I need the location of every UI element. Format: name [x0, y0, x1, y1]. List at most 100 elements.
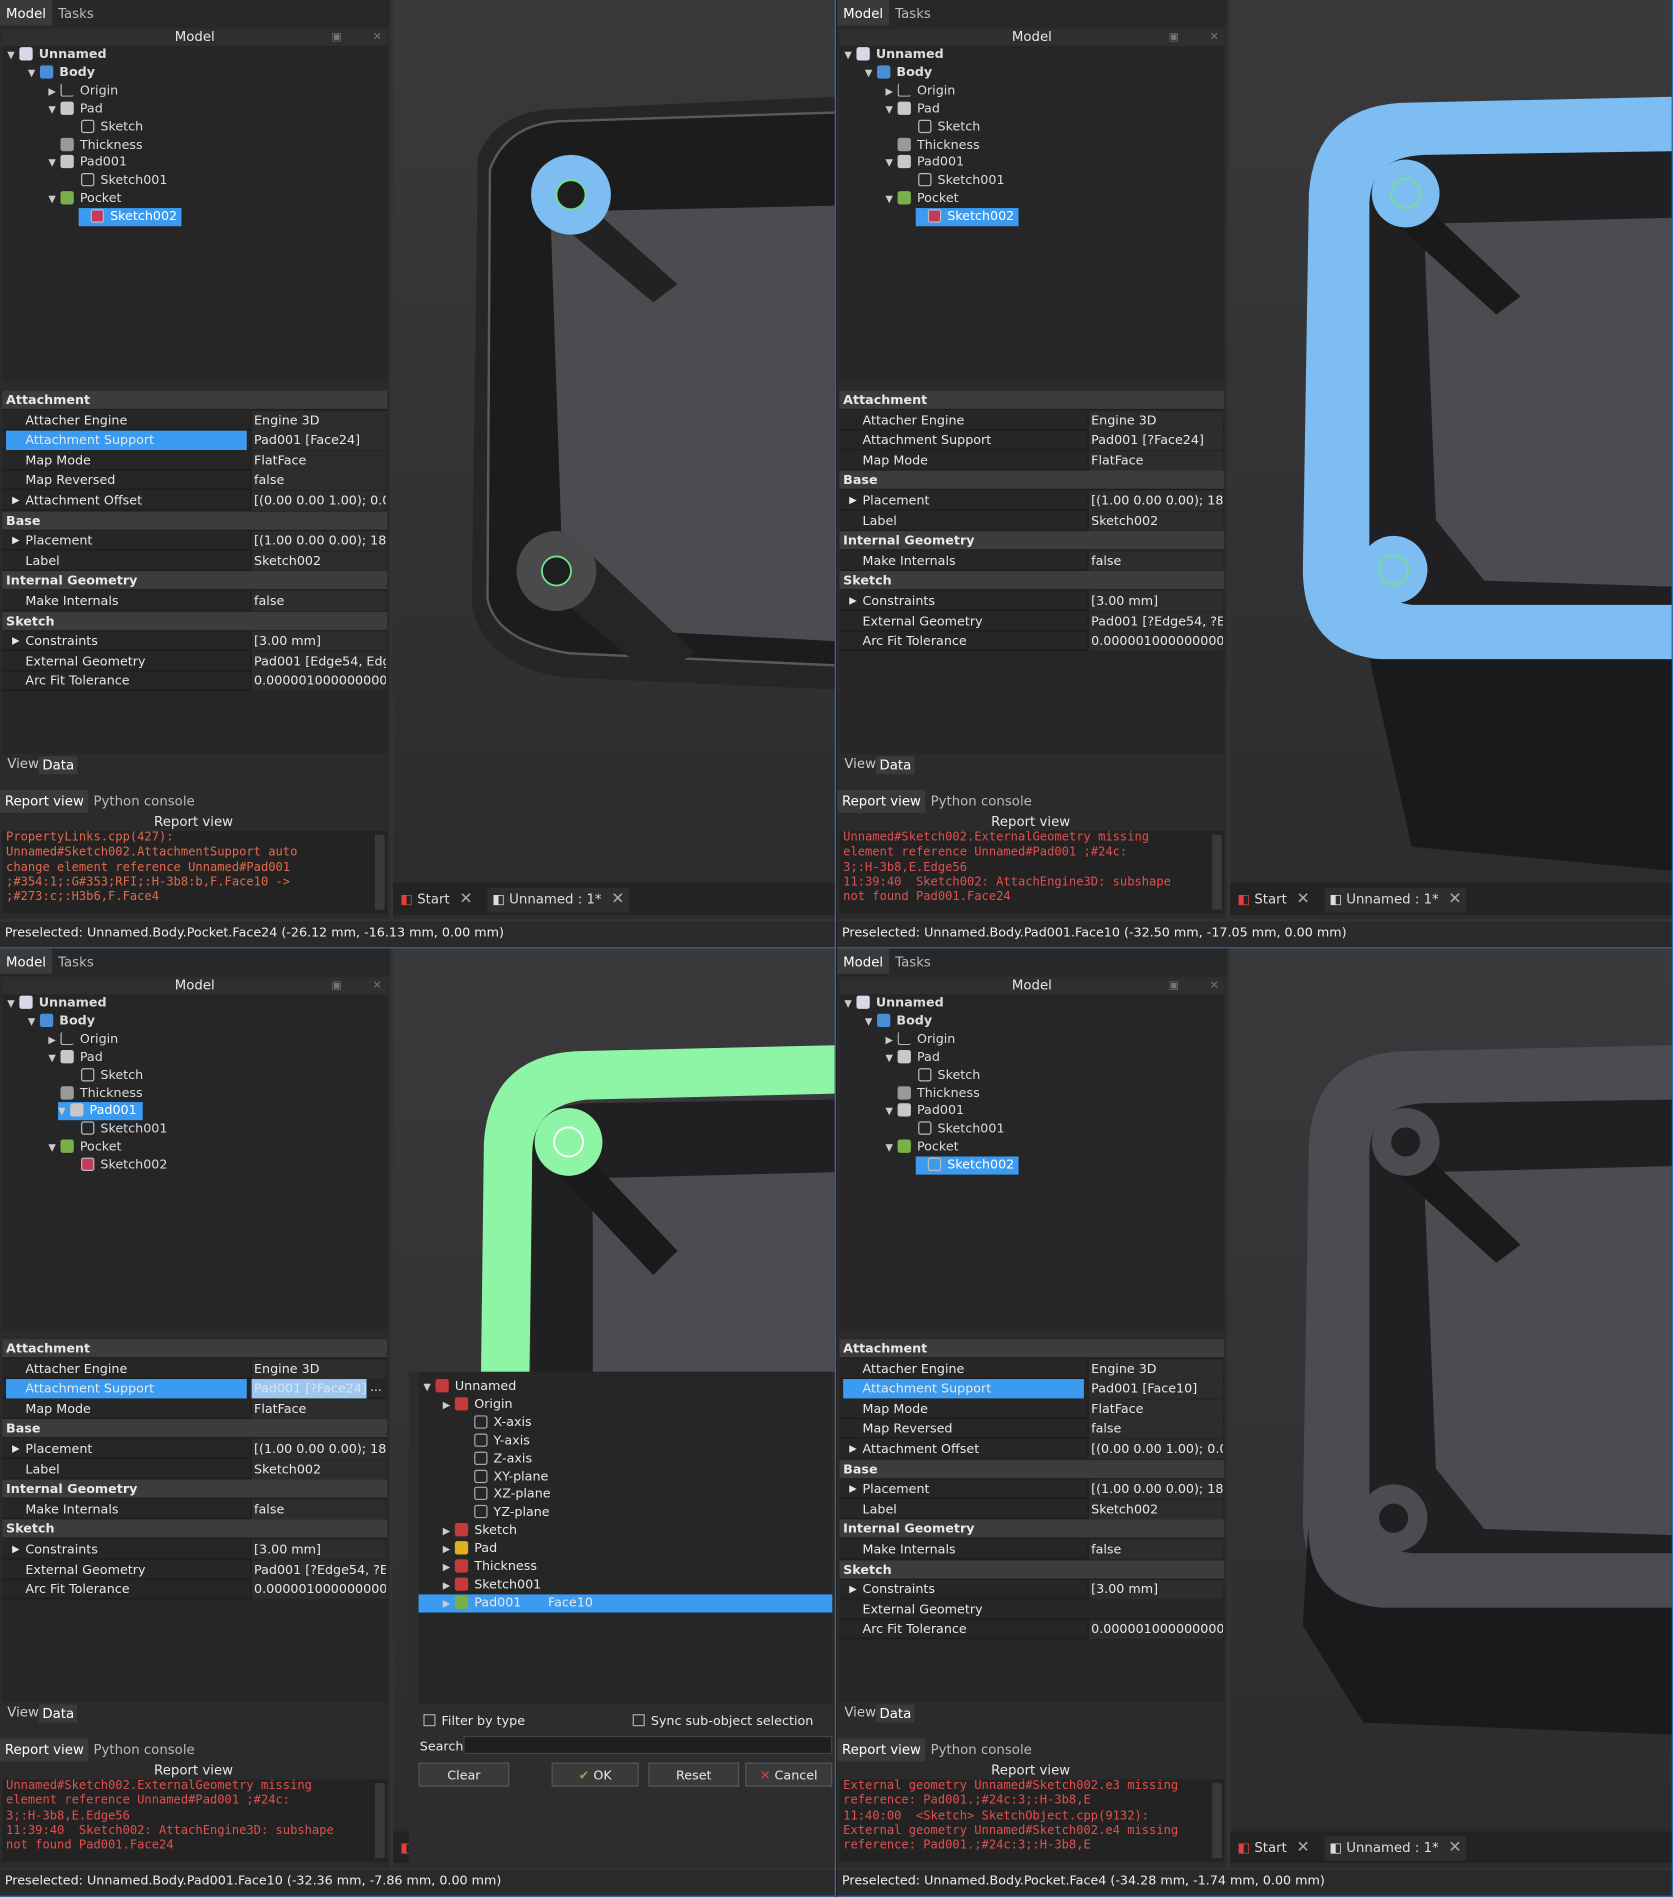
reset-button[interactable]: Reset — [648, 1762, 740, 1787]
element-item-thickness[interactable]: ▶ Thickness — [443, 1558, 537, 1576]
expand-arrow-icon[interactable]: ▼ — [865, 1012, 877, 1030]
property-row-arc-fit[interactable]: Arc Fit Tolerance 0.0000010000000000 — [839, 631, 1225, 652]
property-row-attachment-support[interactable]: Attachment Support Pad001 [?Face24] — [839, 430, 1225, 451]
tree-item-body[interactable]: ▼ Body — [865, 64, 932, 82]
expand-arrow-icon[interactable]: ▶ — [48, 82, 60, 100]
expand-arrow-icon[interactable]: ▼ — [28, 1012, 40, 1030]
tree-item-pocket[interactable]: ▼ Pocket — [48, 1139, 122, 1157]
tab-model[interactable]: Model — [0, 948, 53, 974]
data-tab[interactable]: Data — [875, 756, 915, 775]
expand-arrow-icon[interactable]: ▶ — [443, 1594, 455, 1612]
property-value[interactable]: [3.00 mm] — [250, 1539, 386, 1560]
property-value[interactable]: Engine 3D — [250, 1359, 386, 1379]
tree-item-body[interactable]: ▼ Body — [865, 1012, 932, 1030]
property-value[interactable]: Pad001 [Face10] — [1087, 1379, 1224, 1399]
cancel-button[interactable]: ✕ Cancel — [745, 1762, 833, 1787]
expand-arrow-icon[interactable]: ▶ — [443, 1576, 455, 1594]
tab-model[interactable]: Model — [837, 0, 890, 26]
tab-start[interactable]: ◧ Start ✕ — [396, 888, 478, 912]
property-value[interactable]: 0.0000010000000000 — [1087, 1620, 1224, 1640]
data-tab[interactable]: Data — [38, 756, 78, 775]
property-row-attachment-offset[interactable]: ▶ Attachment Offset [(0.00 0.00 1.00); 0.0… — [839, 1439, 1225, 1459]
tree-item-sketch002[interactable]: Sketch002 — [915, 1156, 1019, 1175]
python-console-tab[interactable]: Python console — [89, 1738, 200, 1761]
property-row-external-geometry[interactable]: External Geometry Pad001 [Edge54, Edge... — [2, 651, 388, 672]
expand-arrow-icon[interactable]: ▼ — [886, 190, 898, 208]
property-editor[interactable]: Attachment Attacher Engine Engine 3D Attach… — [2, 390, 388, 754]
property-value[interactable]: [3.00 mm] — [250, 631, 386, 652]
expand-arrow-icon[interactable]: ▶ — [849, 1580, 856, 1599]
view-tab[interactable]: View — [7, 756, 39, 772]
property-value[interactable]: 0.0000010000000000 — [250, 1580, 386, 1600]
property-value[interactable]: Engine 3D — [250, 410, 386, 431]
float-icon[interactable]: ▣ — [331, 980, 341, 992]
report-scrollbar[interactable] — [1212, 834, 1222, 910]
expand-arrow-icon[interactable]: ▼ — [844, 46, 856, 64]
tree-item-sketch[interactable]: Sketch — [906, 1066, 980, 1084]
tree-item-origin[interactable]: ▶ Origin — [886, 1030, 955, 1048]
expand-arrow-icon[interactable]: ▼ — [48, 154, 60, 172]
close-icon[interactable]: ✕ — [459, 890, 472, 908]
property-row-make-internals[interactable]: Make Internals false — [2, 1499, 388, 1520]
expand-arrow-icon[interactable]: ▶ — [12, 1440, 19, 1459]
property-value[interactable]: Sketch002 — [1087, 511, 1224, 531]
expand-arrow-icon[interactable]: ▼ — [48, 1139, 60, 1157]
tree-item-unnamed[interactable]: ▼ Unnamed — [7, 46, 107, 64]
expand-arrow-icon[interactable]: ▶ — [886, 82, 898, 100]
tree-item-pocket[interactable]: ▼ Pocket — [886, 190, 959, 208]
tree-item-sketch[interactable]: Sketch — [69, 1066, 143, 1084]
data-tab[interactable]: Data — [875, 1704, 915, 1723]
close-icon[interactable]: ✕ — [611, 890, 624, 908]
expand-arrow-icon[interactable]: ▶ — [12, 632, 19, 651]
tree-item-sketch001[interactable]: Sketch001 — [69, 172, 167, 190]
tree-item-body[interactable]: ▼ Body — [28, 64, 95, 82]
close-icon[interactable]: ✕ — [373, 31, 382, 43]
expand-arrow-icon[interactable]: ▼ — [865, 64, 877, 82]
tree-item-body[interactable]: ▼ Body — [28, 1012, 95, 1030]
tab-document[interactable]: ◧ Unnamed : 1* ✕ — [487, 887, 630, 913]
property-row-arc-fit[interactable]: Arc Fit Tolerance 0.0000010000000000 — [2, 1580, 388, 1600]
filter-by-type-checkbox[interactable]: Filter by type — [423, 1714, 525, 1729]
property-value[interactable]: false — [250, 591, 386, 611]
expand-arrow-icon[interactable]: ▶ — [849, 592, 856, 611]
property-row-make-internals[interactable]: Make Internals false — [2, 591, 388, 611]
ok-button[interactable]: ✔ OK — [551, 1762, 639, 1787]
3d-viewport-canvas[interactable] — [1230, 948, 1672, 1868]
tree-item-sketch001[interactable]: Sketch001 — [906, 172, 1005, 190]
model-tree[interactable]: ▼ Unnamed ▼ Body ▶ Origin ▼ Pad Sketch Thickness ▼… — [2, 45, 388, 382]
expand-arrow-icon[interactable]: ▼ — [48, 100, 60, 118]
property-row-map-mode[interactable]: Map Mode FlatFace — [2, 450, 388, 471]
tree-item-sketch[interactable]: Sketch — [906, 118, 980, 136]
property-value[interactable]: [(0.00 0.00 1.00); 0.00 ... — [250, 491, 386, 511]
expand-arrow-icon[interactable]: ▶ — [12, 531, 19, 550]
element-item-unnamed[interactable]: ▼ Unnamed — [423, 1378, 516, 1396]
report-scrollbar[interactable] — [375, 834, 385, 910]
expand-arrow-icon[interactable]: ▼ — [423, 1378, 435, 1396]
property-row-placement[interactable]: ▶ Placement [(1.00 0.00 0.00); 180.0... — [2, 1439, 388, 1459]
element-item-xy-plane[interactable]: XY-plane — [462, 1468, 548, 1486]
expand-arrow-icon[interactable]: ▶ — [886, 1030, 898, 1048]
model-tree[interactable]: ▼ Unnamed ▼ Body ▶ Origin ▼ Pad Sketch Thickness ▼… — [839, 994, 1225, 1330]
sync-checkbox[interactable]: Sync sub-object selection — [632, 1714, 813, 1729]
3d-viewport-canvas[interactable] — [1230, 0, 1672, 920]
expand-arrow-icon[interactable]: ▶ — [849, 491, 856, 510]
expand-arrow-icon[interactable]: ▶ — [12, 491, 19, 510]
tree-item-pad001[interactable]: ▼ Pad001 — [58, 1102, 143, 1121]
property-row-map-mode[interactable]: Map Mode FlatFace — [839, 450, 1225, 471]
report-view-tab[interactable]: Report view — [837, 1738, 926, 1762]
tree-item-sketch001[interactable]: Sketch001 — [906, 1121, 1005, 1139]
tab-tasks[interactable]: Tasks — [889, 948, 937, 973]
view-tab[interactable]: View — [844, 1704, 876, 1720]
property-value[interactable]: Engine 3D — [1087, 410, 1224, 431]
close-icon[interactable]: ✕ — [1297, 890, 1310, 908]
tree-item-sketch002[interactable]: Sketch002 — [78, 208, 182, 227]
expand-arrow-icon[interactable]: ▶ — [443, 1540, 455, 1558]
tree-item-thickness[interactable]: Thickness — [886, 1084, 980, 1102]
expand-arrow-icon[interactable]: ▶ — [443, 1522, 455, 1540]
report-view-tab[interactable]: Report view — [0, 789, 89, 813]
tab-model[interactable]: Model — [837, 948, 890, 974]
tab-start[interactable]: ◧ Start ✕ — [1233, 888, 1315, 912]
tree-item-pad[interactable]: ▼ Pad — [48, 1048, 103, 1066]
element-item-pad[interactable]: ▶ Pad — [443, 1540, 497, 1558]
tree-item-sketch[interactable]: Sketch — [69, 118, 143, 136]
